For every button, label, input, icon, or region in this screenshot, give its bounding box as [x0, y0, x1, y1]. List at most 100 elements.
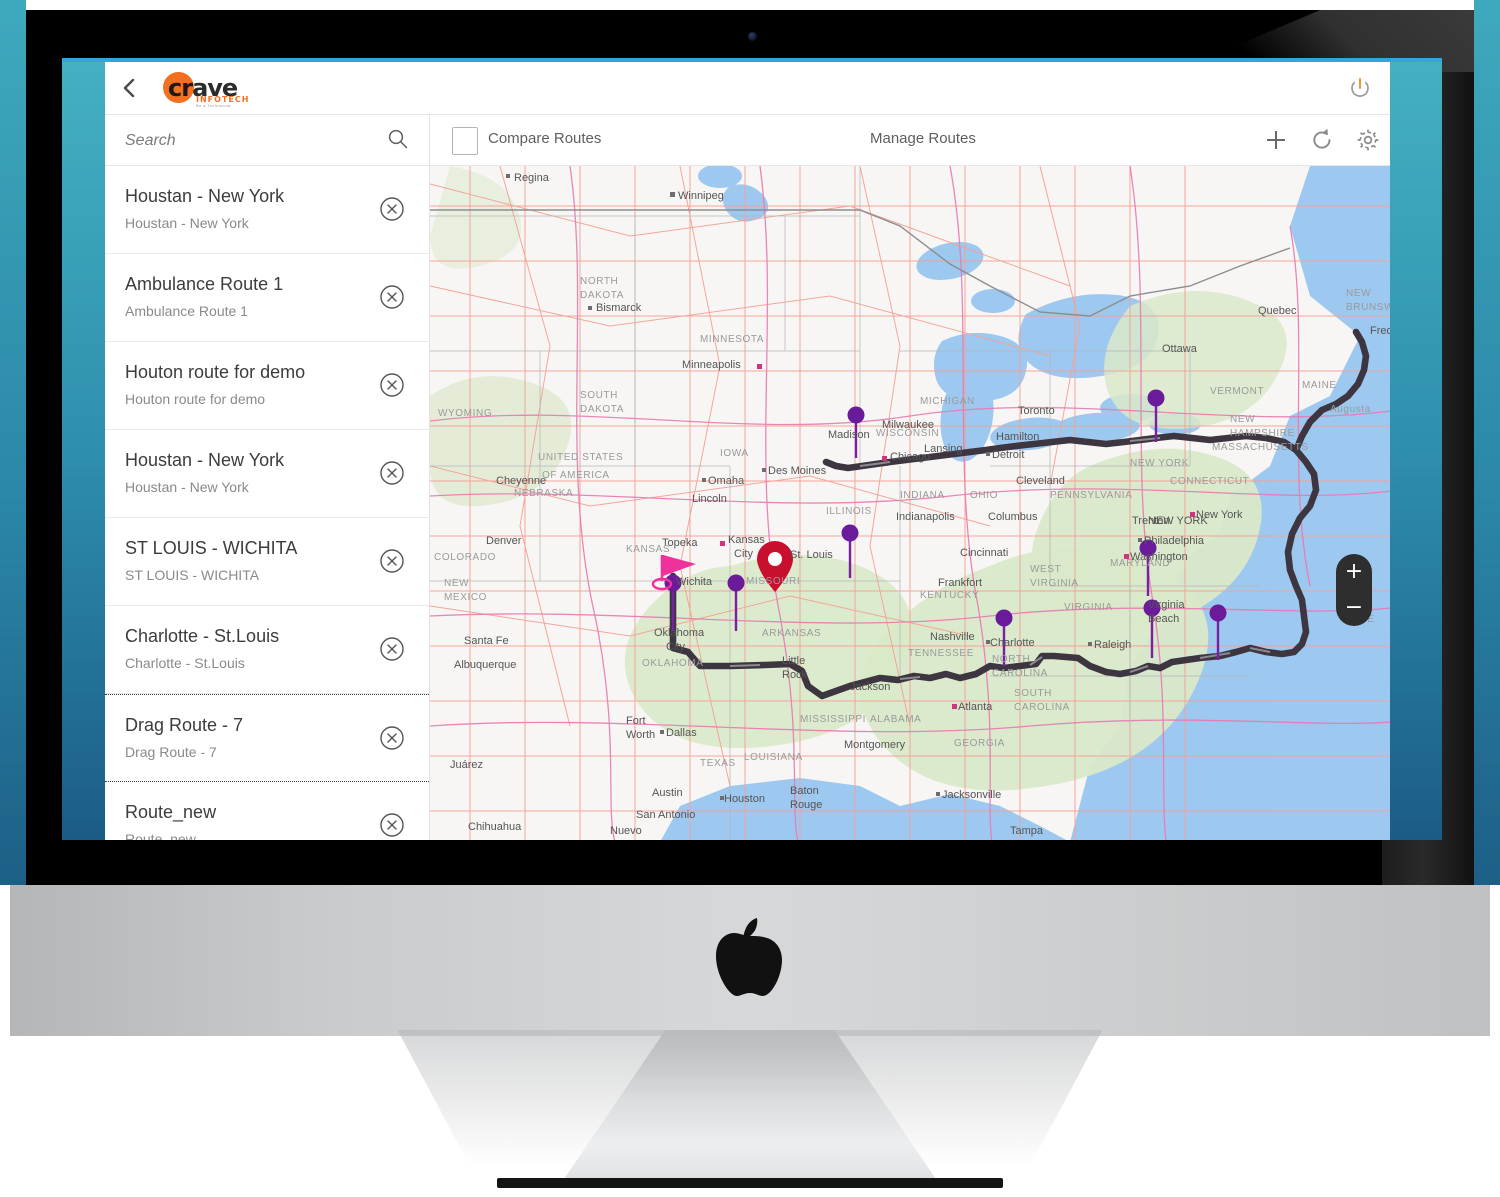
logo-tagline: Be a Technocrat [196, 103, 231, 108]
zoom-out-button[interactable]: − [1336, 597, 1372, 619]
app-header: crave INFOTECH Be a Technocrat [105, 62, 1390, 115]
main-panel: Compare Routes Manage Routes Regina Winn… [430, 115, 1390, 840]
app-window: crave INFOTECH Be a Technocrat Search Ho… [105, 62, 1390, 840]
zoom-in-button[interactable]: + [1336, 561, 1372, 583]
svg-text:Quebec: Quebec [1258, 305, 1297, 317]
svg-text:Albuquerque: Albuquerque [454, 659, 516, 671]
svg-text:KANSAS: KANSAS [626, 544, 670, 555]
svg-text:Nuevo: Nuevo [610, 825, 642, 837]
svg-text:Virginia: Virginia [1148, 599, 1185, 611]
delete-circle-icon[interactable] [379, 812, 405, 838]
imac-device: crave INFOTECH Be a Technocrat Search Ho… [0, 0, 1500, 1197]
svg-text:Augusta: Augusta [1330, 404, 1371, 415]
svg-text:COLORADO: COLORADO [434, 552, 496, 563]
svg-text:NORTH: NORTH [580, 276, 618, 287]
crave-infotech-logo[interactable]: crave INFOTECH Be a Technocrat [163, 70, 255, 108]
svg-text:DAKOTA: DAKOTA [580, 290, 624, 301]
svg-text:ARKANSAS: ARKANSAS [762, 628, 821, 639]
refresh-icon[interactable] [1308, 126, 1336, 154]
route-list[interactable]: Houstan - New York Houstan - New York Ambu… [105, 166, 429, 840]
backdrop-band-right [1474, 0, 1500, 885]
svg-text:Santa Fe: Santa Fe [464, 635, 509, 647]
svg-text:Lincoln: Lincoln [692, 493, 727, 505]
plus-icon[interactable] [1262, 126, 1290, 154]
webcam-dot [748, 32, 757, 41]
delete-circle-icon[interactable] [379, 284, 405, 310]
svg-text:NEW: NEW [1346, 288, 1371, 299]
svg-text:HAMPSHIRE: HAMPSHIRE [1230, 428, 1295, 439]
svg-text:Raleigh: Raleigh [1094, 639, 1131, 651]
svg-text:MARYLAND: MARYLAND [1110, 558, 1170, 569]
svg-text:Houston: Houston [724, 793, 765, 805]
gear-icon[interactable] [1354, 126, 1382, 154]
svg-text:Dallas: Dallas [666, 727, 697, 739]
svg-text:Detroit: Detroit [992, 449, 1024, 461]
svg-text:Baton: Baton [790, 785, 819, 797]
search-icon[interactable] [387, 128, 409, 150]
svg-text:Regina: Regina [514, 172, 550, 184]
svg-text:MEXICO: MEXICO [444, 592, 487, 603]
svg-text:Cincinnati: Cincinnati [960, 547, 1008, 559]
svg-text:Montgomery: Montgomery [844, 739, 906, 751]
route-list-item[interactable]: Route_new Route_new [105, 782, 429, 840]
svg-text:MASSACHUSETTS: MASSACHUSETTS [1212, 442, 1309, 453]
svg-text:Wichita: Wichita [676, 576, 713, 588]
delete-circle-icon[interactable] [379, 636, 405, 662]
svg-text:WYOMING: WYOMING [438, 408, 492, 419]
route-list-item[interactable]: Ambulance Route 1 Ambulance Route 1 [105, 254, 429, 342]
svg-text:Toronto: Toronto [1018, 405, 1055, 417]
svg-text:NEW YORK: NEW YORK [1130, 458, 1189, 469]
svg-text:Rock: Rock [782, 669, 808, 681]
svg-text:CONNECTICUT: CONNECTICUT [1170, 476, 1249, 487]
delete-circle-icon[interactable] [379, 196, 405, 222]
route-list-item[interactable]: Houton route for demo Houton route for de… [105, 342, 429, 430]
delete-circle-icon[interactable] [379, 460, 405, 486]
svg-text:BRUNSWICK: BRUNSWICK [1346, 302, 1390, 313]
route-list-item[interactable]: ST LOUIS - WICHITA ST LOUIS - WICHITA [105, 518, 429, 606]
route-list-item[interactable]: Drag Route - 7 Drag Route - 7 [105, 694, 429, 782]
map-canvas: Regina Winnipeg Bismarck Minneapolis Oma… [430, 166, 1390, 840]
back-chevron-icon[interactable] [117, 75, 143, 101]
svg-text:Omaha: Omaha [708, 475, 745, 487]
svg-text:KENTUCKY: KENTUCKY [920, 590, 979, 601]
delete-circle-icon[interactable] [379, 548, 405, 574]
compare-routes-checkbox[interactable] [452, 127, 478, 155]
route-map[interactable]: Regina Winnipeg Bismarck Minneapolis Oma… [430, 166, 1390, 840]
svg-text:Hamilton: Hamilton [996, 431, 1039, 443]
svg-text:VERMONT: VERMONT [1210, 386, 1264, 397]
map-zoom-controls[interactable]: + − [1336, 554, 1372, 626]
svg-text:PENNSYLVANIA: PENNSYLVANIA [1050, 490, 1132, 501]
svg-text:Lansing: Lansing [924, 443, 963, 455]
svg-text:OHIO: OHIO [970, 490, 998, 501]
svg-text:SOUTH: SOUTH [580, 390, 618, 401]
svg-text:MISSISSIPPI: MISSISSIPPI [800, 714, 866, 725]
svg-text:Little: Little [782, 655, 805, 667]
svg-text:VIRGINIA: VIRGINIA [1030, 578, 1079, 589]
svg-text:Philadelphia: Philadelphia [1144, 535, 1205, 547]
svg-text:Cheyenne: Cheyenne [496, 475, 546, 487]
delete-circle-icon[interactable] [379, 372, 405, 398]
manage-routes-label: Manage Routes [870, 130, 976, 147]
svg-text:Des Moines: Des Moines [768, 465, 827, 477]
svg-text:Rouge: Rouge [790, 799, 822, 811]
apple-logo [716, 918, 784, 996]
app-body: Houstan - New YorkHoustan - New YorkAmbu… [105, 115, 1390, 840]
power-icon[interactable] [1346, 74, 1374, 102]
svg-text:Juárez: Juárez [450, 759, 483, 771]
route-list-item[interactable]: Houstan - New York Houstan - New York [105, 430, 429, 518]
search-input[interactable] [123, 115, 382, 167]
svg-text:TEXAS: TEXAS [700, 758, 736, 769]
delete-circle-icon[interactable] [379, 725, 405, 751]
route-list-item[interactable]: Charlotte - St.Louis Charlotte - St.Louis [105, 606, 429, 694]
svg-text:Fort: Fort [626, 715, 646, 727]
svg-text:San Antonio: San Antonio [636, 809, 695, 821]
routes-toolbar: Compare Routes Manage Routes [430, 115, 1390, 166]
route-list-item[interactable]: Houstan - New York Houstan - New York [105, 166, 429, 254]
monitor-stand [375, 1030, 1125, 1190]
svg-text:OF AMERICA: OF AMERICA [542, 470, 610, 481]
svg-text:Indianapolis: Indianapolis [896, 511, 955, 523]
svg-text:ILLINOIS: ILLINOIS [826, 506, 872, 517]
svg-text:Frede: Frede [1370, 325, 1390, 337]
svg-text:LOUISIANA: LOUISIANA [744, 752, 803, 763]
backdrop-band-left [0, 0, 26, 885]
